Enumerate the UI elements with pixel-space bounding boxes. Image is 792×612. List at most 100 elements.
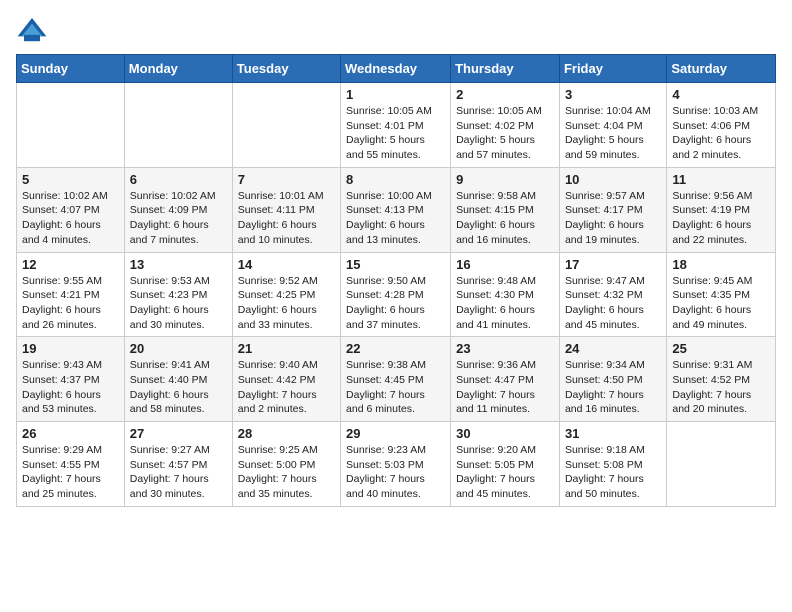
day-cell: 3 Sunrise: 10:04 AM Sunset: 4:04 PM Dayli… (559, 83, 666, 168)
day-content: Sunrise: 9:56 AM Sunset: 4:19 PM Dayligh… (672, 189, 770, 248)
day-number: 5 (22, 172, 119, 187)
calendar: SundayMondayTuesdayWednesdayThursdayFrid… (16, 54, 776, 507)
day-content: Sunrise: 9:47 AM Sunset: 4:32 PM Dayligh… (565, 274, 661, 333)
day-content: Sunrise: 9:38 AM Sunset: 4:45 PM Dayligh… (346, 358, 445, 417)
logo (16, 14, 52, 46)
day-content: Sunrise: 10:05 AM Sunset: 4:01 PM Daylig… (346, 104, 445, 163)
day-content: Sunrise: 9:50 AM Sunset: 4:28 PM Dayligh… (346, 274, 445, 333)
logo-icon (16, 14, 48, 46)
day-number: 4 (672, 87, 770, 102)
day-number: 25 (672, 341, 770, 356)
day-cell: 15 Sunrise: 9:50 AM Sunset: 4:28 PM Dayli… (341, 252, 451, 337)
day-number: 19 (22, 341, 119, 356)
day-number: 16 (456, 257, 554, 272)
day-cell: 6 Sunrise: 10:02 AM Sunset: 4:09 PM Dayli… (124, 167, 232, 252)
day-content: Sunrise: 10:03 AM Sunset: 4:06 PM Daylig… (672, 104, 770, 163)
day-cell: 20 Sunrise: 9:41 AM Sunset: 4:40 PM Dayli… (124, 337, 232, 422)
day-cell: 22 Sunrise: 9:38 AM Sunset: 4:45 PM Dayli… (341, 337, 451, 422)
day-content: Sunrise: 9:45 AM Sunset: 4:35 PM Dayligh… (672, 274, 770, 333)
weekday-header-thursday: Thursday (451, 55, 560, 83)
day-cell: 30 Sunrise: 9:20 AM Sunset: 5:05 PM Dayli… (451, 422, 560, 507)
day-number: 30 (456, 426, 554, 441)
day-content: Sunrise: 9:27 AM Sunset: 4:57 PM Dayligh… (130, 443, 227, 502)
day-content: Sunrise: 9:52 AM Sunset: 4:25 PM Dayligh… (238, 274, 335, 333)
day-number: 3 (565, 87, 661, 102)
day-content: Sunrise: 9:43 AM Sunset: 4:37 PM Dayligh… (22, 358, 119, 417)
day-number: 11 (672, 172, 770, 187)
day-number: 9 (456, 172, 554, 187)
page: SundayMondayTuesdayWednesdayThursdayFrid… (0, 0, 792, 523)
week-row-5: 26Sunrise: 9:29 AM Sunset: 4:55 PM Dayli… (17, 422, 776, 507)
week-row-1: 1 Sunrise: 10:05 AM Sunset: 4:01 PM Dayli… (17, 83, 776, 168)
day-content: Sunrise: 9:23 AM Sunset: 5:03 PM Dayligh… (346, 443, 445, 502)
day-cell: 23 Sunrise: 9:36 AM Sunset: 4:47 PM Dayli… (451, 337, 560, 422)
day-number: 1 (346, 87, 445, 102)
day-content: Sunrise: 9:36 AM Sunset: 4:47 PM Dayligh… (456, 358, 554, 417)
day-number: 28 (238, 426, 335, 441)
day-content: Sunrise: 9:20 AM Sunset: 5:05 PM Dayligh… (456, 443, 554, 502)
day-content: Sunrise: 10:01 AM Sunset: 4:11 PM Daylig… (238, 189, 335, 248)
day-cell: 4 Sunrise: 10:03 AM Sunset: 4:06 PM Dayli… (667, 83, 776, 168)
day-number: 2 (456, 87, 554, 102)
day-content: Sunrise: 9:48 AM Sunset: 4:30 PM Dayligh… (456, 274, 554, 333)
day-cell (667, 422, 776, 507)
day-content: Sunrise: 9:40 AM Sunset: 4:42 PM Dayligh… (238, 358, 335, 417)
day-cell: 17Sunrise: 9:47 AM Sunset: 4:32 PM Dayli… (559, 252, 666, 337)
day-number: 31 (565, 426, 661, 441)
day-number: 12 (22, 257, 119, 272)
weekday-header-wednesday: Wednesday (341, 55, 451, 83)
day-content: Sunrise: 9:41 AM Sunset: 4:40 PM Dayligh… (130, 358, 227, 417)
weekday-header-friday: Friday (559, 55, 666, 83)
day-cell: 13Sunrise: 9:53 AM Sunset: 4:23 PM Dayli… (124, 252, 232, 337)
day-number: 21 (238, 341, 335, 356)
day-cell: 19 Sunrise: 9:43 AM Sunset: 4:37 PM Dayli… (17, 337, 125, 422)
day-content: Sunrise: 9:31 AM Sunset: 4:52 PM Dayligh… (672, 358, 770, 417)
day-content: Sunrise: 10:02 AM Sunset: 4:09 PM Daylig… (130, 189, 227, 248)
day-content: Sunrise: 9:25 AM Sunset: 5:00 PM Dayligh… (238, 443, 335, 502)
day-cell: 10 Sunrise: 9:57 AM Sunset: 4:17 PM Dayli… (559, 167, 666, 252)
day-content: Sunrise: 10:05 AM Sunset: 4:02 PM Daylig… (456, 104, 554, 163)
week-row-2: 5 Sunrise: 10:02 AM Sunset: 4:07 PM Dayli… (17, 167, 776, 252)
day-content: Sunrise: 9:34 AM Sunset: 4:50 PM Dayligh… (565, 358, 661, 417)
week-row-3: 12Sunrise: 9:55 AM Sunset: 4:21 PM Dayli… (17, 252, 776, 337)
day-number: 14 (238, 257, 335, 272)
week-row-4: 19 Sunrise: 9:43 AM Sunset: 4:37 PM Dayli… (17, 337, 776, 422)
weekday-header-monday: Monday (124, 55, 232, 83)
day-cell (124, 83, 232, 168)
day-cell: 8 Sunrise: 10:00 AM Sunset: 4:13 PM Dayli… (341, 167, 451, 252)
day-cell: 16 Sunrise: 9:48 AM Sunset: 4:30 PM Dayli… (451, 252, 560, 337)
day-content: Sunrise: 10:02 AM Sunset: 4:07 PM Daylig… (22, 189, 119, 248)
day-cell: 11 Sunrise: 9:56 AM Sunset: 4:19 PM Dayli… (667, 167, 776, 252)
day-cell (232, 83, 340, 168)
day-content: Sunrise: 9:58 AM Sunset: 4:15 PM Dayligh… (456, 189, 554, 248)
day-content: Sunrise: 9:53 AM Sunset: 4:23 PM Dayligh… (130, 274, 227, 333)
day-number: 8 (346, 172, 445, 187)
day-number: 26 (22, 426, 119, 441)
day-content: Sunrise: 10:00 AM Sunset: 4:13 PM Daylig… (346, 189, 445, 248)
day-cell: 12Sunrise: 9:55 AM Sunset: 4:21 PM Dayli… (17, 252, 125, 337)
day-cell: 18 Sunrise: 9:45 AM Sunset: 4:35 PM Dayli… (667, 252, 776, 337)
weekday-header-sunday: Sunday (17, 55, 125, 83)
day-number: 24 (565, 341, 661, 356)
day-content: Sunrise: 9:57 AM Sunset: 4:17 PM Dayligh… (565, 189, 661, 248)
day-number: 18 (672, 257, 770, 272)
day-number: 29 (346, 426, 445, 441)
day-content: Sunrise: 10:04 AM Sunset: 4:04 PM Daylig… (565, 104, 661, 163)
day-cell: 21 Sunrise: 9:40 AM Sunset: 4:42 PM Dayli… (232, 337, 340, 422)
day-cell: 29 Sunrise: 9:23 AM Sunset: 5:03 PM Dayli… (341, 422, 451, 507)
day-cell: 26Sunrise: 9:29 AM Sunset: 4:55 PM Dayli… (17, 422, 125, 507)
day-number: 6 (130, 172, 227, 187)
day-number: 27 (130, 426, 227, 441)
day-cell: 2 Sunrise: 10:05 AM Sunset: 4:02 PM Dayli… (451, 83, 560, 168)
weekday-header-saturday: Saturday (667, 55, 776, 83)
day-cell (17, 83, 125, 168)
header (16, 10, 776, 46)
weekday-header-row: SundayMondayTuesdayWednesdayThursdayFrid… (17, 55, 776, 83)
day-number: 23 (456, 341, 554, 356)
day-number: 20 (130, 341, 227, 356)
day-number: 22 (346, 341, 445, 356)
day-cell: 14 Sunrise: 9:52 AM Sunset: 4:25 PM Dayli… (232, 252, 340, 337)
day-number: 10 (565, 172, 661, 187)
day-number: 15 (346, 257, 445, 272)
day-cell: 1 Sunrise: 10:05 AM Sunset: 4:01 PM Dayli… (341, 83, 451, 168)
